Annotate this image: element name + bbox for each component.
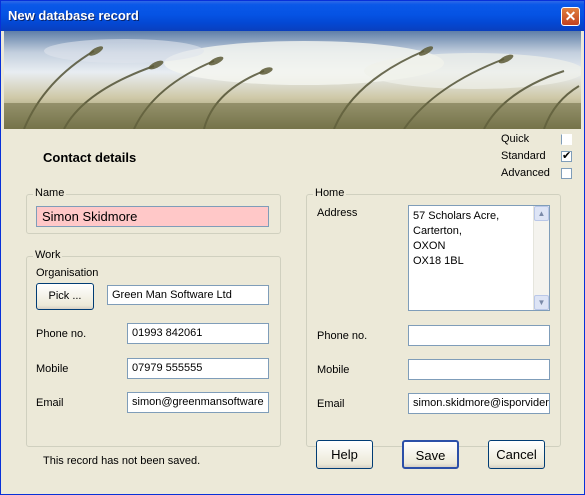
scroll-up-icon[interactable]: ▲ (534, 206, 549, 221)
home-mobile-field[interactable] (408, 359, 550, 380)
page-heading: Contact details (43, 150, 137, 165)
banner-image (4, 31, 581, 129)
scroll-down-icon[interactable]: ▼ (534, 295, 549, 310)
home-email-label: Email (317, 398, 345, 410)
work-phone-field[interactable]: 01993 842061 (127, 323, 269, 344)
close-button[interactable]: ✕ (561, 7, 580, 26)
advanced-label: Advanced (501, 167, 550, 179)
organisation-field[interactable]: Green Man Software Ltd (107, 285, 269, 305)
work-phone-label: Phone no. (36, 328, 87, 340)
work-group-legend: Work (33, 249, 63, 261)
address-line: Carterton, (413, 225, 462, 237)
quick-label: Quick (501, 133, 530, 145)
home-phone-label: Phone no. (317, 330, 368, 342)
grass-illustration (4, 39, 581, 129)
address-line: 57 Scholars Acre, (413, 210, 500, 222)
advanced-checkbox[interactable] (561, 168, 572, 179)
window-title: New database record (8, 8, 139, 23)
cancel-button[interactable]: Cancel (488, 440, 545, 469)
work-email-field[interactable]: simon@greenmansoftware (127, 392, 269, 413)
check-mark-icon: ✔ (562, 150, 572, 162)
title-bar[interactable]: New database record ✕ (1, 1, 584, 31)
dialog-window: New database record ✕ Contact details Qu… (0, 0, 585, 495)
standard-checkbox[interactable]: ✔ (561, 151, 572, 162)
quick-checkbox[interactable] (561, 134, 572, 145)
home-phone-field[interactable] (408, 325, 550, 346)
save-button[interactable]: Save (402, 440, 459, 469)
address-line: OXON (413, 240, 446, 252)
home-group-legend: Home (313, 187, 347, 199)
work-email-label: Email (36, 397, 64, 409)
work-mobile-field[interactable]: 07979 555555 (127, 358, 269, 379)
address-line: OX18 1BL (413, 255, 464, 267)
organisation-label: Organisation (36, 267, 99, 279)
home-email-field[interactable]: simon.skidmore@isporvider (408, 393, 550, 414)
help-button[interactable]: Help (316, 440, 373, 469)
save-status-text: This record has not been saved. (43, 455, 201, 467)
work-mobile-label: Mobile (36, 363, 69, 375)
standard-label: Standard (501, 150, 546, 162)
home-mobile-label: Mobile (317, 364, 350, 376)
address-scrollbar[interactable]: ▲ ▼ (533, 206, 549, 310)
dialog-body: Contact details Quick Standard ✔ Advance… (4, 31, 581, 493)
address-textarea[interactable]: 57 Scholars Acre, Carterton, OXON OX18 1… (408, 205, 550, 311)
address-label: Address (317, 207, 358, 219)
name-field[interactable]: Simon Skidmore (36, 206, 269, 227)
pick-button[interactable]: Pick ... (36, 283, 94, 310)
name-group-legend: Name (33, 187, 67, 199)
